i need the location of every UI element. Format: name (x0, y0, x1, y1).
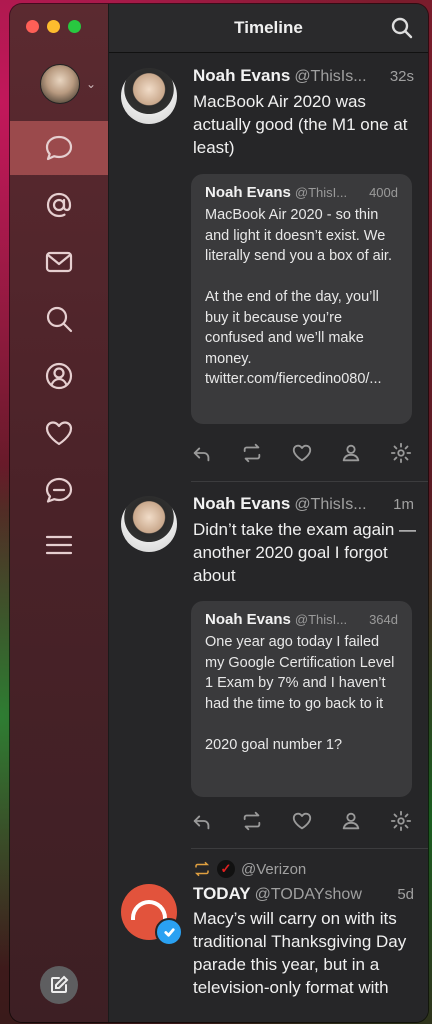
quoted-tweet[interactable]: Noah Evans @ThisI... 400d MacBook Air 20… (191, 174, 412, 424)
tweet-author-name[interactable]: TODAY (193, 884, 251, 904)
quoted-text: MacBook Air 2020 - so thin and light it … (205, 207, 392, 387)
quoted-text: One year ago today I failed my Google Ce… (205, 634, 395, 753)
tweet-author-name[interactable]: Noah Evans (193, 494, 290, 514)
compose-button[interactable] (40, 966, 78, 1004)
tweet-text: MacBook Air 2020 was actually good (the … (193, 92, 408, 157)
close-button[interactable] (26, 20, 39, 33)
tweet-time: 32s (389, 68, 414, 85)
profile-icon (45, 362, 73, 390)
tweet-avatar[interactable] (121, 68, 177, 124)
speech-bubble-icon (45, 135, 73, 161)
gear-icon[interactable] (390, 810, 412, 832)
tweet-author-handle: @TODAYshow (254, 886, 362, 903)
page-title: Timeline (234, 18, 303, 37)
heart-icon[interactable] (291, 810, 313, 832)
compose-icon (51, 975, 69, 993)
profile-icon[interactable] (340, 810, 362, 832)
envelope-icon (45, 251, 73, 273)
verified-badge-icon (155, 918, 183, 946)
gear-icon[interactable] (390, 442, 412, 464)
tweet-time: 1m (393, 496, 414, 513)
retweet-indicator: ✓ @Verizon (193, 860, 306, 878)
nav-mentions[interactable] (10, 178, 108, 232)
quoted-author-handle: @ThisI... (294, 612, 348, 627)
chevron-down-icon: ⌄ (86, 77, 97, 91)
tweet-avatar[interactable] (121, 496, 177, 552)
at-mention-icon (46, 192, 72, 218)
nav-menu[interactable] (10, 518, 108, 572)
quoted-time: 364d (369, 612, 398, 627)
tweet-avatar[interactable] (121, 884, 183, 946)
tweet-author-handle: @ThisIs... (294, 68, 367, 85)
sidebar: ⌄ (10, 4, 109, 1022)
tweet-text: Didn’t take the exam again — another 202… (193, 520, 417, 585)
nav-lists[interactable] (10, 463, 108, 517)
zoom-button[interactable] (68, 20, 81, 33)
account-switcher[interactable]: ⌄ (40, 64, 96, 104)
today-logo (131, 900, 167, 920)
quoted-author-handle: @ThisI... (294, 185, 348, 200)
retweeter-avatar: ✓ (217, 860, 235, 878)
retweeted-by[interactable]: @Verizon (241, 861, 306, 878)
heart-icon (45, 421, 73, 446)
nav-profile[interactable] (10, 349, 108, 403)
window-controls (26, 20, 81, 33)
tweet-text: Macy’s will carry on with its traditiona… (193, 909, 407, 997)
title-bar: Timeline (109, 4, 428, 53)
nav-timeline[interactable] (10, 121, 108, 175)
search-icon (46, 306, 73, 333)
tweet-actions (191, 810, 412, 832)
search-button[interactable] (390, 16, 414, 45)
tweet-actions (191, 442, 412, 464)
quoted-author-name: Noah Evans (205, 611, 291, 628)
tweet-author-name[interactable]: Noah Evans (193, 66, 290, 86)
tweet-author-handle: @ThisIs... (294, 496, 367, 513)
menu-icon (45, 535, 73, 555)
timeline-column: Timeline Noah Evans @ThisIs... 32s MacBo… (109, 4, 428, 1022)
tweet-divider (191, 848, 428, 849)
quoted-author-name: Noah Evans (205, 184, 291, 201)
search-icon (391, 17, 413, 39)
retweet-icon[interactable] (241, 442, 263, 464)
app-window: ⌄ Timeline Noah Evans @ThisIs... 32s Mac… (10, 4, 428, 1022)
quoted-tweet[interactable]: Noah Evans @ThisI... 364d One year ago t… (191, 601, 412, 797)
avatar (40, 64, 80, 104)
reply-icon[interactable] (191, 442, 213, 464)
chat-dash-icon (45, 477, 73, 503)
retweet-icon (194, 861, 210, 877)
nav-likes[interactable] (10, 406, 108, 460)
profile-icon[interactable] (340, 442, 362, 464)
tweet-time: 5d (397, 886, 414, 903)
tweet-divider (191, 481, 428, 482)
heart-icon[interactable] (291, 442, 313, 464)
quoted-time: 400d (369, 185, 398, 200)
minimize-button[interactable] (47, 20, 60, 33)
nav-search[interactable] (10, 292, 108, 346)
retweet-icon[interactable] (241, 810, 263, 832)
nav-messages[interactable] (10, 235, 108, 289)
reply-icon[interactable] (191, 810, 213, 832)
